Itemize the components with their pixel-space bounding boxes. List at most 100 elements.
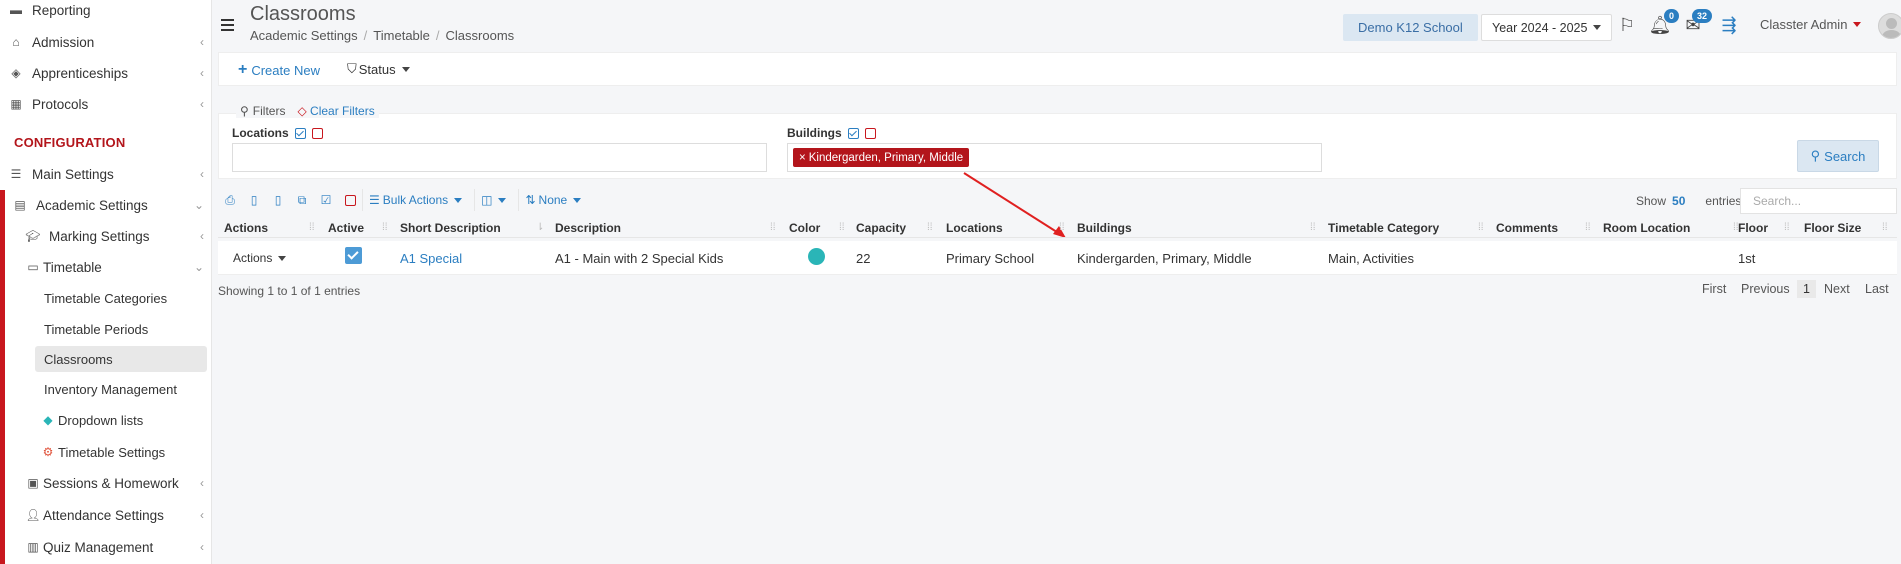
- locations-input[interactable]: [232, 143, 767, 172]
- sort-icon[interactable]: ⁞⁞: [1059, 222, 1065, 233]
- eraser-icon: ◇: [297, 104, 307, 118]
- sidebar-item-label: Timetable Settings: [58, 444, 166, 460]
- column-header-floor-size[interactable]: Floor Size: [1804, 221, 1861, 235]
- pdf-icon[interactable]: ▯: [242, 189, 266, 211]
- sort-icon[interactable]: ⁞⁞: [309, 222, 315, 233]
- sidebar-item-apprenticeships[interactable]: ◈ Apprenticeships ‹: [8, 60, 204, 86]
- column-header-timetable-category[interactable]: Timetable Category: [1328, 221, 1439, 235]
- table-search-input[interactable]: Search...: [1740, 188, 1897, 214]
- columns-button[interactable]: ◫: [474, 189, 512, 211]
- sidebar-item-label: Timetable: [43, 259, 102, 275]
- sidebar-item-protocols[interactable]: ▦ Protocols ‹: [8, 91, 204, 117]
- deselect-all-icon[interactable]: [864, 127, 876, 139]
- menu-toggle-icon[interactable]: [221, 19, 234, 34]
- table-row: Actions A1 Special A1 - Main with 2 Spec…: [218, 241, 1897, 275]
- sort-icon[interactable]: ⁞⁞: [1478, 222, 1484, 233]
- column-header-color[interactable]: Color: [789, 221, 820, 235]
- sidebar-item-attendance-settings[interactable]: 👤︎ Attendance Settings ‹: [25, 502, 204, 528]
- sort-icon[interactable]: ⁞⁞: [839, 222, 845, 233]
- copy-icon[interactable]: ⧉: [290, 189, 314, 211]
- pager-previous[interactable]: Previous: [1741, 282, 1790, 296]
- column-header-comments[interactable]: Comments: [1496, 221, 1558, 235]
- sliders-icon: ☰: [10, 167, 22, 181]
- deselect-rows-icon[interactable]: [338, 189, 362, 211]
- sidebar-item-classrooms[interactable]: Classrooms: [35, 346, 207, 372]
- sidebar-item-label: Sessions & Homework: [43, 475, 179, 491]
- cell-locations: Primary School: [946, 251, 1035, 266]
- breadcrumb-timetable[interactable]: Timetable: [373, 28, 430, 43]
- column-header-capacity[interactable]: Capacity: [856, 221, 906, 235]
- sort-icon[interactable]: ⁞⁞: [1784, 222, 1790, 233]
- caret-down-icon: [1853, 22, 1862, 27]
- sidebar-item-timetable-settings[interactable]: ⚙ Timetable Settings: [40, 439, 204, 465]
- school-selector[interactable]: Demo K12 School: [1343, 14, 1478, 41]
- chevron-left-icon: ‹: [200, 540, 204, 554]
- breadcrumb-academic-settings[interactable]: Academic Settings: [250, 28, 358, 43]
- sort-icon[interactable]: ⁞⁞: [770, 222, 776, 233]
- sidebar-item-timetable-periods[interactable]: Timetable Periods: [44, 316, 204, 342]
- sort-icon[interactable]: ⁞⁞: [1310, 222, 1316, 233]
- excel-icon[interactable]: ▯: [266, 189, 290, 211]
- sidebar-item-timetable[interactable]: ▭ Timetable ⌄: [25, 254, 204, 280]
- sidebar-item-timetable-categories[interactable]: Timetable Categories: [44, 285, 204, 311]
- pager-page-1[interactable]: 1: [1797, 280, 1816, 298]
- column-header-locations[interactable]: Locations: [946, 221, 1003, 235]
- flag-icon[interactable]: ⚐: [1616, 14, 1638, 36]
- sort-icon[interactable]: ⁞⁞: [1585, 222, 1591, 233]
- column-header-actions[interactable]: Actions: [224, 221, 268, 235]
- column-header-active[interactable]: Active: [328, 221, 364, 235]
- pager-next[interactable]: Next: [1824, 282, 1850, 296]
- sidebar-item-inventory-management[interactable]: Inventory Management: [44, 376, 204, 402]
- create-new-button[interactable]: + Create New: [238, 61, 320, 79]
- sidebar-item-label: Dropdown lists: [58, 412, 144, 428]
- cell-short-description[interactable]: A1 Special: [400, 251, 462, 266]
- row-actions-button[interactable]: Actions: [233, 251, 287, 265]
- sort-icon[interactable]: ⁞⁞: [927, 222, 933, 233]
- print-icon[interactable]: ⎙: [218, 189, 242, 211]
- deselect-all-icon[interactable]: [311, 127, 323, 139]
- column-header-floor[interactable]: Floor: [1738, 221, 1768, 235]
- sidebar-item-dropdown-lists[interactable]: ◆ Dropdown lists: [40, 407, 204, 433]
- action-toolbar: + Create New ⛉ Status: [218, 52, 1897, 86]
- avatar[interactable]: [1878, 13, 1901, 39]
- sidebar-item-marking-settings[interactable]: 🎓︎ Marking Settings ‹: [25, 223, 204, 249]
- sidebar-item-quiz-management[interactable]: ▥ Quiz Management ‹: [25, 534, 204, 560]
- envelope-icon[interactable]: ✉ 32: [1682, 9, 1712, 36]
- sort-asc-icon[interactable]: ⇂: [536, 222, 544, 233]
- bell-icon[interactable]: 🔔︎ 0: [1649, 9, 1679, 36]
- status-filter-button[interactable]: ⛉ Status: [347, 61, 410, 77]
- pager-first[interactable]: First: [1702, 282, 1726, 296]
- sidebar-item-reporting[interactable]: ▬ Reporting: [8, 0, 204, 23]
- buildings-input[interactable]: × Kindergarden, Primary, Middle: [787, 143, 1322, 172]
- sort-icon[interactable]: ⁞⁞: [1882, 222, 1888, 233]
- notifications-badge: 0: [1663, 9, 1679, 23]
- chip-remove-icon[interactable]: ×: [799, 152, 806, 164]
- user-menu[interactable]: Classter Admin: [1760, 17, 1862, 32]
- select-all-icon[interactable]: [294, 127, 306, 139]
- sort-icon[interactable]: ⁞⁞: [382, 222, 388, 233]
- column-header-short-description[interactable]: Short Description: [400, 221, 501, 235]
- buildings-chip[interactable]: × Kindergarden, Primary, Middle: [793, 148, 970, 167]
- year-selector[interactable]: Year 2024 - 2025: [1481, 14, 1613, 41]
- column-header-buildings[interactable]: Buildings: [1077, 221, 1132, 235]
- row-actions-label: Actions: [233, 251, 273, 265]
- column-header-room-location[interactable]: Room Location: [1603, 221, 1690, 235]
- bulk-actions-button[interactable]: ☰ Bulk Actions: [362, 189, 468, 211]
- page-length-select[interactable]: 50: [1672, 194, 1685, 208]
- sidebar-item-academic-settings[interactable]: ▤ Academic Settings ⌄: [12, 192, 204, 218]
- search-button[interactable]: ⚲ Search: [1797, 140, 1879, 172]
- select-all-rows-icon[interactable]: ☑: [314, 189, 338, 211]
- active-checkbox[interactable]: [345, 247, 362, 264]
- sidebar-item-sessions-homework[interactable]: ▣ Sessions & Homework ‹: [25, 470, 204, 496]
- cell-capacity: 22: [856, 251, 871, 266]
- sort-button[interactable]: ⇅ None: [518, 189, 587, 211]
- column-header-description[interactable]: Description: [555, 221, 621, 235]
- year-label: Year 2024 - 2025: [1492, 20, 1588, 35]
- pager-last[interactable]: Last: [1865, 282, 1889, 296]
- cell-floor: 1st: [1738, 251, 1756, 266]
- select-all-icon[interactable]: [847, 127, 859, 139]
- sync-icon[interactable]: ⇶: [1718, 14, 1740, 36]
- sidebar-item-admission[interactable]: ⌂ Admission ‹: [8, 29, 204, 55]
- sidebar-item-main-settings[interactable]: ☰ Main Settings ‹: [8, 161, 204, 187]
- clear-filters-button[interactable]: ◇ Clear Filters: [297, 104, 374, 118]
